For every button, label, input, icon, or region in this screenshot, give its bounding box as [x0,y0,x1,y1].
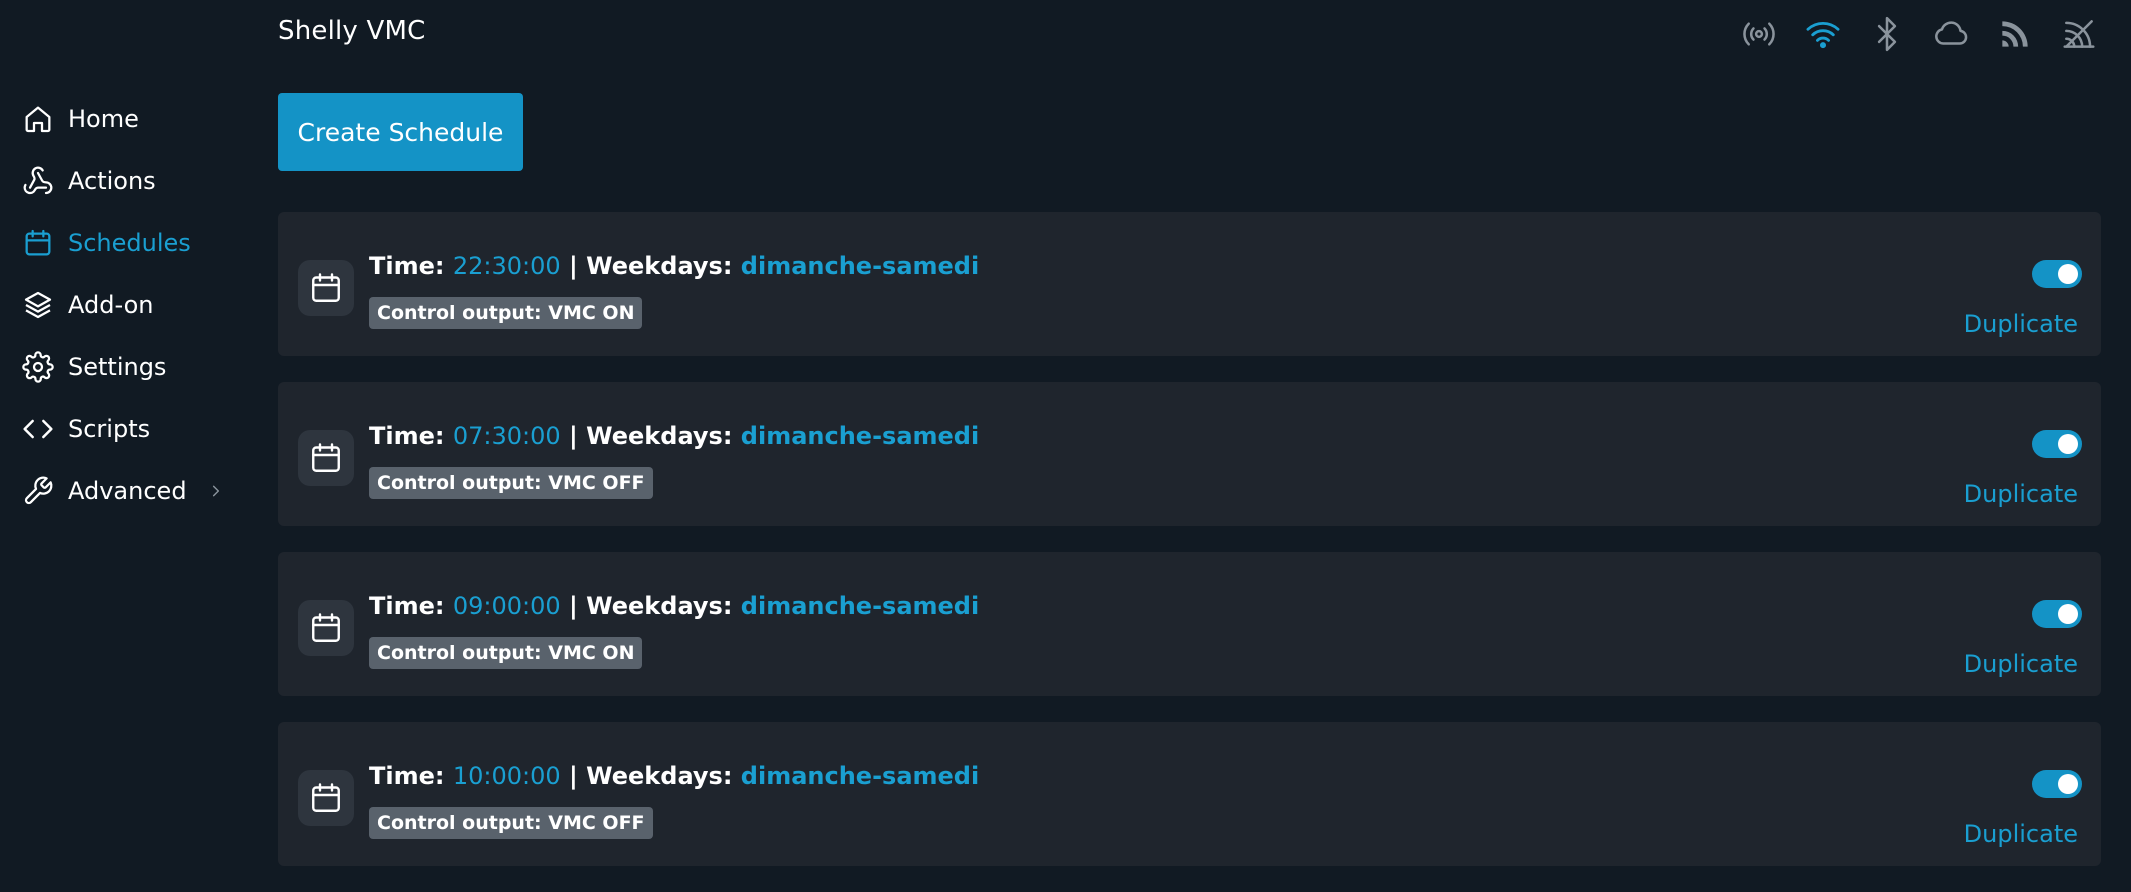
enable-toggle[interactable] [2032,430,2082,458]
schedule-weekdays: dimanche-samedi [740,762,980,790]
schedule-summary: Time: 22:30:00 | Weekdays: dimanche-same… [369,252,979,280]
separator: | [569,422,578,450]
enable-toggle[interactable] [2032,260,2082,288]
cloud-icon[interactable] [1931,14,1971,54]
mqtt-off-icon[interactable] [2059,14,2099,54]
sidebar-item-label: Advanced [68,477,187,505]
schedule-card[interactable]: Time: 09:00:00 | Weekdays: dimanche-same… [278,552,2101,696]
weekdays-label: Weekdays: [586,592,733,620]
schedule-card[interactable]: Time: 10:00:00 | Weekdays: dimanche-same… [278,722,2101,866]
sidebar-item-settings[interactable]: Settings [0,336,230,398]
time-label: Time: [369,252,445,280]
schedule-card[interactable]: Time: 07:30:00 | Weekdays: dimanche-same… [278,382,2101,526]
chevron-right-icon [209,483,225,499]
toggle-knob [2058,264,2078,284]
action-badge: Control output: VMC OFF [369,807,653,839]
sidebar-nav: Home Actions Schedules Add-on Settings S… [0,88,230,522]
sidebar-item-addon[interactable]: Add-on [0,274,230,336]
gear-icon [20,349,56,385]
sidebar-item-label: Actions [68,167,156,195]
duplicate-link[interactable]: Duplicate [1964,820,2078,848]
home-icon [20,101,56,137]
schedule-time: 09:00:00 [452,592,561,620]
weekdays-label: Weekdays: [586,762,733,790]
enable-toggle[interactable] [2032,770,2082,798]
wrench-icon [20,473,56,509]
separator: | [569,252,578,280]
enable-toggle[interactable] [2032,600,2082,628]
separator: | [569,762,578,790]
toggle-knob [2058,434,2078,454]
schedule-card[interactable]: Time: 22:30:00 | Weekdays: dimanche-same… [278,212,2101,356]
sidebar-item-label: Scripts [68,415,151,443]
toggle-knob [2058,774,2078,794]
broadcast-icon[interactable] [1739,14,1779,54]
toggle-knob [2058,604,2078,624]
schedule-summary: Time: 10:00:00 | Weekdays: dimanche-same… [369,762,979,790]
schedule-time: 22:30:00 [452,252,561,280]
sidebar-item-label: Settings [68,353,167,381]
schedule-summary: Time: 07:30:00 | Weekdays: dimanche-same… [369,422,979,450]
duplicate-link[interactable]: Duplicate [1964,650,2078,678]
time-label: Time: [369,422,445,450]
calendar-icon [298,430,354,486]
action-badge: Control output: VMC ON [369,297,643,329]
schedule-summary: Time: 09:00:00 | Weekdays: dimanche-same… [369,592,979,620]
separator: | [569,592,578,620]
wifi-icon[interactable] [1803,14,1843,54]
calendar-icon [298,770,354,826]
sidebar-item-schedules[interactable]: Schedules [0,212,230,274]
schedule-list: Time: 22:30:00 | Weekdays: dimanche-same… [278,212,2101,892]
calendar-icon [298,600,354,656]
calendar-icon [20,225,56,261]
code-icon [20,411,56,447]
time-label: Time: [369,592,445,620]
schedule-time: 07:30:00 [452,422,561,450]
bluetooth-icon[interactable] [1867,14,1907,54]
schedule-weekdays: dimanche-samedi [740,252,980,280]
sidebar-item-advanced[interactable]: Advanced [0,460,230,522]
layers-icon [20,287,56,323]
sidebar-item-label: Add-on [68,291,154,319]
sidebar-item-actions[interactable]: Actions [0,150,230,212]
app-root: Shelly VMC Home Actions Schedules Add-on… [0,0,2131,892]
schedule-weekdays: dimanche-samedi [740,592,980,620]
create-schedule-button[interactable]: Create Schedule [278,93,523,171]
status-bar [1739,14,2099,54]
schedule-weekdays: dimanche-samedi [740,422,980,450]
action-badge: Control output: VMC ON [369,637,643,669]
weekdays-label: Weekdays: [586,422,733,450]
action-badge: Control output: VMC OFF [369,467,653,499]
calendar-icon [298,260,354,316]
sidebar-item-label: Schedules [68,229,191,257]
device-title: Shelly VMC [278,16,426,46]
sidebar-item-scripts[interactable]: Scripts [0,398,230,460]
webhook-icon [20,163,56,199]
time-label: Time: [369,762,445,790]
sidebar-item-label: Home [68,105,139,133]
weekdays-label: Weekdays: [586,252,733,280]
rss-icon[interactable] [1995,14,2035,54]
schedule-time: 10:00:00 [452,762,561,790]
duplicate-link[interactable]: Duplicate [1964,310,2078,338]
duplicate-link[interactable]: Duplicate [1964,480,2078,508]
sidebar-item-home[interactable]: Home [0,88,230,150]
